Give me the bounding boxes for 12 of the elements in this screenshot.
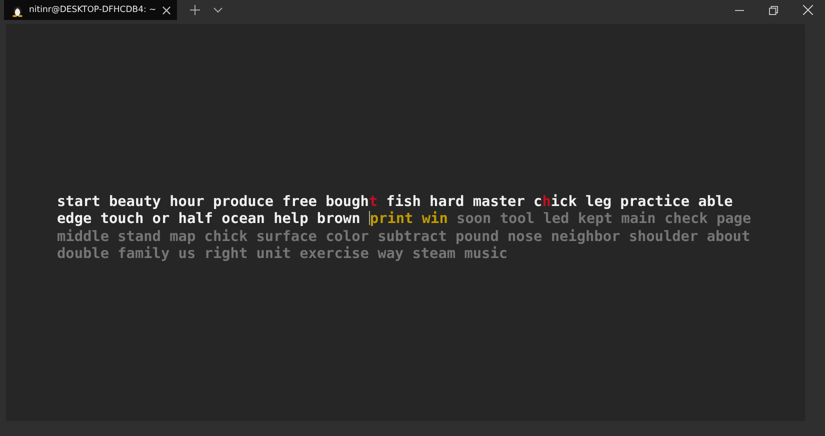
pending-text: soon tool led kept main check page [456, 211, 752, 228]
current-words: print win [370, 211, 448, 228]
pending-text: middle stand map chick surface color subtract pound nose neighbor shoulder about [57, 228, 750, 244]
error-letter: h [542, 194, 551, 210]
typed-text: edge touch or half ocean help brown [57, 211, 362, 228]
typed-text: ick leg practice able [550, 194, 733, 210]
tab-title: nitinr@DESKTOP-DFHCDB4: ~ [29, 5, 156, 15]
typed-text: fish hard master c [385, 194, 542, 210]
pending-text: double family us right unit exercise way steam music [57, 246, 508, 262]
error-letter: t [368, 194, 378, 210]
typed-text: start beauty hour produce free bough [57, 194, 369, 210]
terminal-tab[interactable]: nitinr@DESKTOP-DFHCDB4: ~ [4, 0, 178, 20]
